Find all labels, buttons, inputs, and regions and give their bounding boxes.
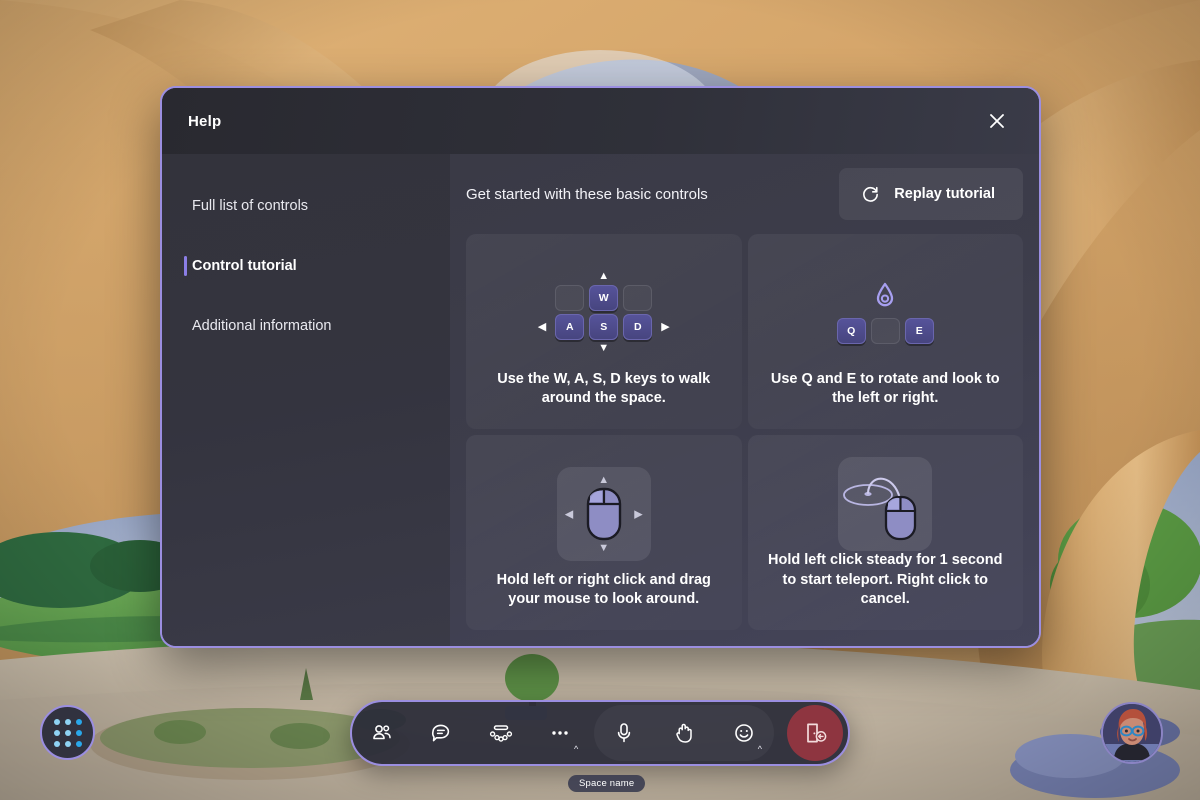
mouse-drag-icon [586,487,621,541]
card-caption: Hold left click steady for 1 second to s… [768,552,1003,608]
card-caption: Use the W, A, S, D keys to walk around t… [497,370,711,407]
page-title: Help [188,112,222,130]
card-caption: Hold left or right click and drag your m… [496,571,711,608]
leave-button[interactable] [787,705,843,761]
more-options-icon [552,731,568,735]
app-grid-button[interactable] [40,705,95,760]
tutorial-card-wasd: ▲ W ◀ A S D ▶ ▼ Use the W, A, S, D keys … [466,234,742,429]
qe-keys-illustration: Q E [766,256,1006,370]
arrow-left-icon: ◀ [564,508,574,521]
mouse-teleport-icon [843,477,917,541]
leave-door-icon [807,723,827,743]
chevron-up-icon: ^ [574,744,579,754]
mouse-drag-tile: ▲ ▼ ◀ ▶ [556,466,651,561]
app-grid-icon [53,718,60,725]
sidebar-item-label: Control tutorial [192,258,297,274]
key-e: E [904,317,934,344]
sidebar-item-additional-information[interactable]: Additional information [162,296,450,356]
bottom-toolbar: ^ ^ [350,700,850,766]
toolbar-group-media: ^ [594,705,774,761]
chevron-up-icon: ^ [757,744,762,754]
dialog-sidebar: Full list of controls Control tutorial A… [162,154,450,646]
arrow-up-icon: ▲ [598,473,610,486]
app-grid-icon [53,729,60,736]
key-a: A [555,314,585,341]
tutorial-card-rotate: Q E Use Q and E to rotate and look to th… [747,234,1023,429]
arrow-right-icon: ▶ [634,508,643,521]
close-button[interactable] [981,105,1013,137]
app-grid-icon [75,718,82,725]
sidebar-item-label: Additional information [192,318,332,334]
sidebar-item-label: Full list of controls [192,198,309,214]
app-grid-icon [64,718,71,725]
take-a-seat-button[interactable] [479,711,523,755]
help-dialog: Help Full list of controls Control tutor… [160,86,1041,648]
sidebar-item-control-tutorial[interactable]: Control tutorial [162,236,450,296]
key-blank [555,285,585,312]
mouse-teleport-illustration [766,457,1006,552]
replay-refresh-icon [863,186,879,202]
reactions-emoji-icon [735,724,753,742]
take-a-seat-icon [489,725,512,742]
chat-icon [432,724,450,742]
replay-tutorial-button[interactable]: Replay tutorial [839,168,1023,220]
dialog-body: Full list of controls Control tutorial A… [162,154,1039,646]
sidebar-item-full-list-of-controls[interactable]: Full list of controls [162,176,450,236]
rotate-teardrop-icon [877,282,894,307]
app-grid-icon [75,740,82,747]
tutorial-cards-grid: ▲ W ◀ A S D ▶ ▼ Use the W, A, S, D keys … [450,234,1023,646]
tutorial-card-look-around: ▲ ▼ ◀ ▶ Hold left or right click and dra… [466,435,742,630]
app-grid-icon [64,740,71,747]
arrow-down-icon: ▼ [598,541,610,554]
dialog-main-content: Get started with these basic controls Re… [450,154,1039,646]
dialog-header: Help [162,88,1039,154]
tutorial-card-teleport: Hold left click steady for 1 second to s… [747,435,1023,630]
section-heading: Get started with these basic controls [466,185,708,203]
arrow-up-icon: ▲ [598,270,610,283]
mouse-drag-illustration: ▲ ▼ ◀ ▶ [484,457,724,571]
wasd-keys-illustration: ▲ W ◀ A S D ▶ ▼ [484,256,724,370]
microphone-button[interactable] [602,711,646,755]
raise-hand-icon [676,723,692,743]
key-blank [623,285,653,312]
app-grid-icon [53,740,60,747]
arrow-right-icon: ▶ [661,320,670,333]
raise-hand-button[interactable] [662,711,706,755]
toolbar-group-primary: ^ [352,702,590,764]
main-header: Get started with these basic controls Re… [450,154,1023,234]
people-icon [372,725,391,740]
arrow-left-icon: ◀ [537,320,547,333]
key-s: S [589,314,619,341]
chat-button[interactable] [419,711,463,755]
more-options-button[interactable]: ^ [538,711,582,755]
microphone-icon [617,723,631,743]
avatar[interactable] [1101,702,1163,764]
key-blank [870,317,900,344]
user-avatar-icon [1103,704,1161,762]
arrow-down-icon: ▼ [598,342,610,355]
key-d: D [623,314,653,341]
mouse-teleport-tile [838,457,933,552]
replay-tutorial-label: Replay tutorial [894,186,995,202]
card-caption: Use Q and E to rotate and look to the le… [770,370,1000,407]
key-q: Q [836,317,866,344]
reactions-button[interactable]: ^ [722,711,766,755]
close-icon [990,114,1004,128]
people-button[interactable] [360,711,404,755]
app-grid-icon [64,729,71,736]
space-name-label: Space name [568,775,646,792]
app-grid-icon [75,729,82,736]
key-w: W [589,285,619,312]
